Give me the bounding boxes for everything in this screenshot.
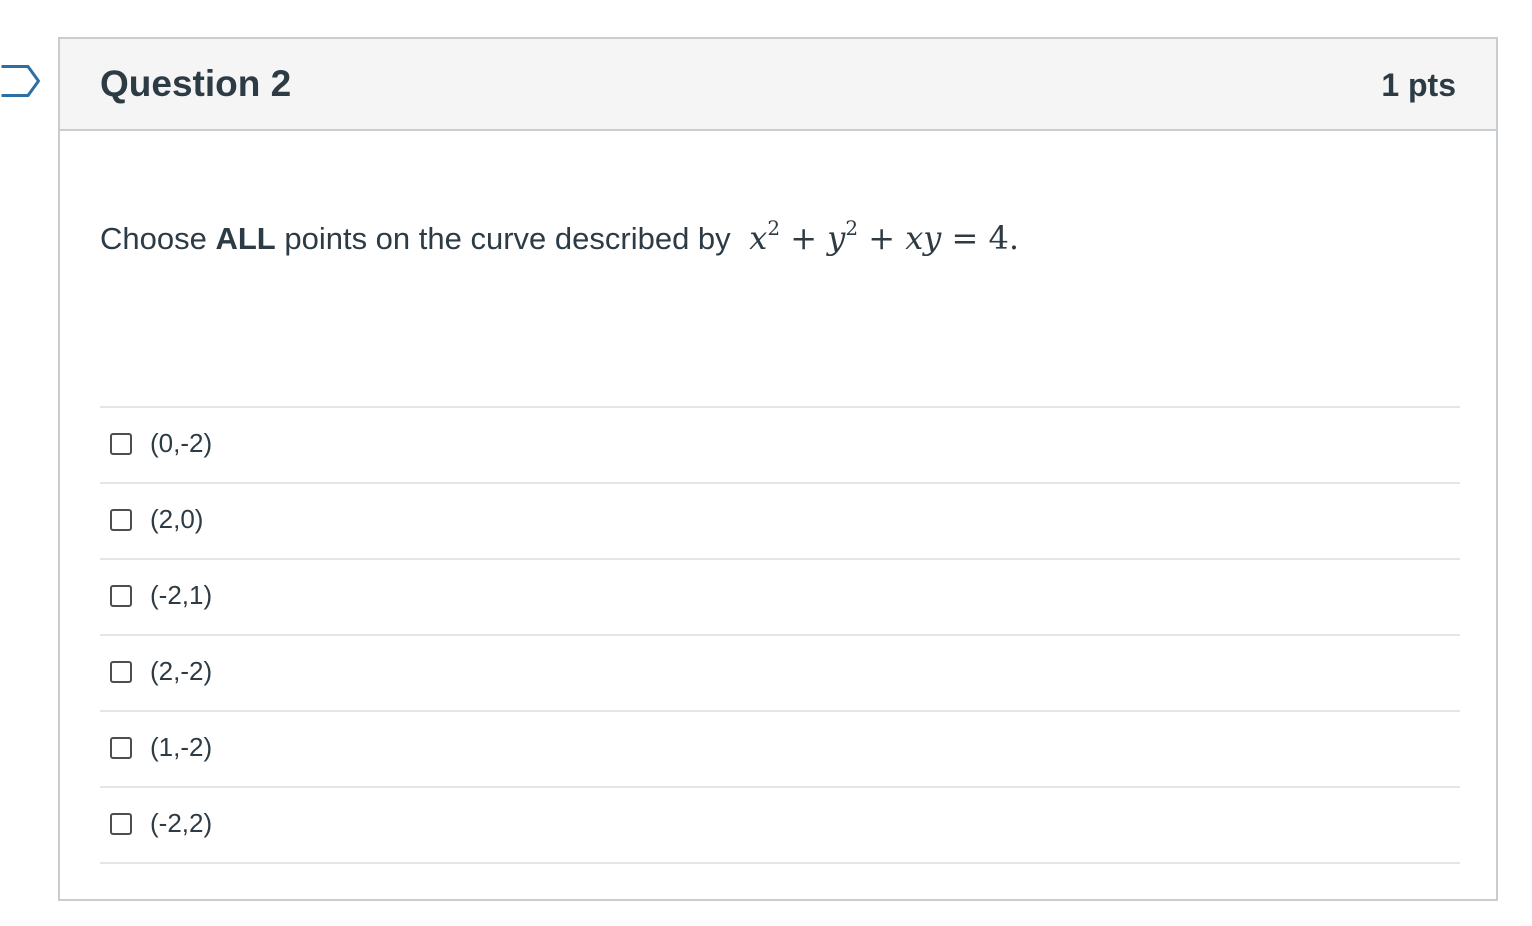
question-text-start: Choose — [100, 221, 216, 256]
answer-option[interactable]: (2,0) — [100, 484, 1460, 560]
checkbox-icon[interactable] — [110, 737, 132, 759]
answer-option[interactable]: (0,-2) — [100, 408, 1460, 484]
equation: x2 + y2 + xy = 4. — [749, 216, 1020, 257]
checkbox-icon[interactable] — [110, 433, 132, 455]
question-text: Choose ALL points on the curve described… — [100, 216, 1020, 257]
answer-label[interactable]: (-2,1) — [150, 580, 212, 611]
answer-list: (0,-2) (2,0) (-2,1) (2,-2) (1,-2) (-2,2) — [100, 406, 1460, 864]
answer-label[interactable]: (2,-2) — [150, 656, 212, 687]
question-text-end: points on the curve described by — [275, 221, 731, 256]
question-title: Question 2 — [100, 63, 292, 104]
question-card: Question 2 1 pts Choose ALL points on th… — [58, 37, 1498, 901]
flag-question-icon[interactable] — [0, 62, 42, 100]
answer-option[interactable]: (-2,1) — [100, 560, 1460, 636]
checkbox-icon[interactable] — [110, 661, 132, 683]
question-points: 1 pts — [1381, 67, 1456, 103]
checkbox-icon[interactable] — [110, 509, 132, 531]
answer-label[interactable]: (-2,2) — [150, 808, 212, 839]
answer-label[interactable]: (2,0) — [150, 504, 203, 535]
answer-label[interactable]: (0,-2) — [150, 428, 212, 459]
question-text-emphasis: ALL — [215, 221, 276, 256]
answer-option[interactable]: (2,-2) — [100, 636, 1460, 712]
question-header: Question 2 1 pts — [60, 39, 1496, 131]
answer-option[interactable]: (1,-2) — [100, 712, 1460, 788]
answer-label[interactable]: (1,-2) — [150, 732, 212, 763]
checkbox-icon[interactable] — [110, 585, 132, 607]
checkbox-icon[interactable] — [110, 813, 132, 835]
answer-option[interactable]: (-2,2) — [100, 788, 1460, 864]
